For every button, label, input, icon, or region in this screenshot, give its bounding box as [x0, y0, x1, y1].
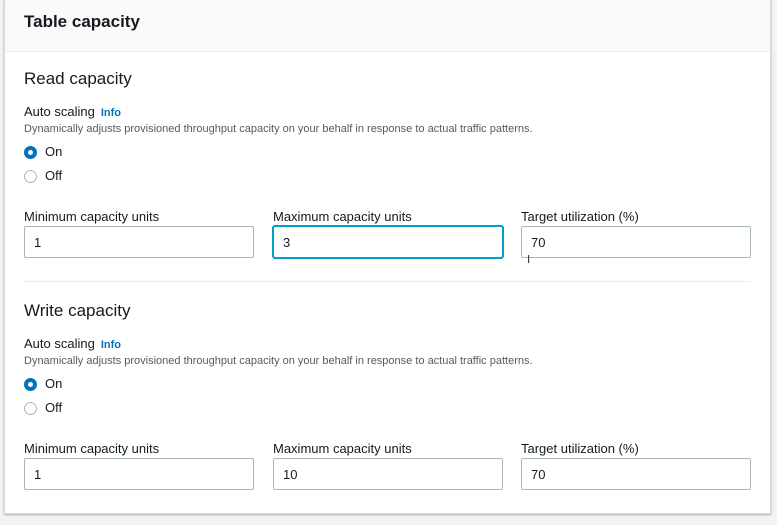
radio-checked-icon[interactable]: [24, 145, 37, 159]
write-info-link[interactable]: Info: [101, 339, 121, 351]
write-autoscaling-off-option[interactable]: Off: [24, 400, 62, 416]
radio-unchecked-icon[interactable]: [24, 169, 37, 183]
read-capacity-title: Read capacity: [24, 69, 132, 88]
write-min-capacity-input[interactable]: [24, 458, 254, 490]
read-autoscaling-off-option[interactable]: Off: [24, 168, 62, 184]
write-capacity-section: Write capacity Auto scaling Info Dynamica…: [24, 300, 751, 500]
read-capacity-section: Read capacity Auto scaling Info Dynamical…: [24, 68, 751, 268]
read-autoscaling-row: Auto scaling Info: [24, 104, 121, 121]
write-max-capacity-label: Maximum capacity units: [273, 441, 412, 456]
read-min-capacity-input[interactable]: [24, 226, 254, 258]
read-max-capacity-label: Maximum capacity units: [273, 209, 412, 224]
panel-header: Table capacity: [5, 0, 770, 52]
read-autoscaling-description: Dynamically adjusts provisioned throughp…: [24, 123, 533, 135]
section-divider: [24, 281, 751, 282]
table-capacity-panel: Table capacity Read capacity Auto scalin…: [4, 0, 771, 514]
read-target-utilization-label: Target utilization (%): [521, 209, 639, 224]
panel-title: Table capacity: [24, 12, 140, 31]
radio-unchecked-icon[interactable]: [24, 401, 37, 415]
write-autoscaling-label: Auto scaling: [24, 336, 95, 351]
read-autoscaling-on-option[interactable]: On: [24, 144, 62, 160]
write-autoscaling-row: Auto scaling Info: [24, 336, 121, 353]
read-info-link[interactable]: Info: [101, 107, 121, 119]
write-autoscaling-description: Dynamically adjusts provisioned throughp…: [24, 355, 533, 367]
read-target-utilization-field: Target utilization (%): [521, 209, 751, 258]
write-min-capacity-label: Minimum capacity units: [24, 441, 160, 456]
write-min-capacity-field: Minimum capacity units: [24, 441, 254, 490]
read-max-capacity-input[interactable]: [273, 226, 503, 258]
write-capacity-title: Write capacity: [24, 301, 131, 320]
write-autoscaling-on-option[interactable]: On: [24, 376, 62, 392]
write-max-capacity-field: Maximum capacity units: [273, 441, 503, 490]
text-cursor-icon: I: [527, 253, 531, 266]
read-autoscaling-label: Auto scaling: [24, 104, 95, 119]
read-on-label: On: [45, 144, 63, 159]
write-off-label: Off: [45, 400, 63, 415]
write-target-utilization-label: Target utilization (%): [521, 441, 639, 456]
write-on-label: On: [45, 376, 63, 391]
read-min-capacity-label: Minimum capacity units: [24, 209, 160, 224]
read-max-capacity-field: Maximum capacity units: [273, 209, 503, 258]
write-max-capacity-input[interactable]: [273, 458, 503, 490]
write-target-utilization-input[interactable]: [521, 458, 751, 490]
read-off-label: Off: [45, 168, 63, 183]
read-min-capacity-field: Minimum capacity units: [24, 209, 254, 258]
write-target-utilization-field: Target utilization (%): [521, 441, 751, 490]
radio-checked-icon[interactable]: [24, 377, 37, 391]
read-target-utilization-input[interactable]: [521, 226, 751, 258]
